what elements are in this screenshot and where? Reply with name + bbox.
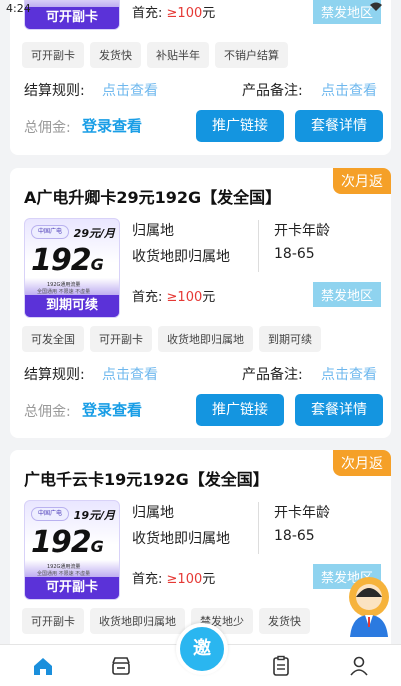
brand-logo: 中国广电	[31, 507, 69, 521]
thumb-subtitle2: 全国通用 不限速 不虚量	[37, 571, 91, 577]
thumb-data-amount: 192G	[31, 243, 104, 278]
commission-login-link[interactable]: 登录查看	[82, 399, 142, 420]
first-recharge: 首充: ≥100元	[132, 572, 216, 587]
age-value: 18-65	[274, 246, 315, 262]
tag: 可开副卡	[90, 326, 152, 352]
settlement-rule-label: 结算规则:	[24, 83, 85, 99]
brand-logo: 中国广电	[31, 225, 69, 239]
wifi-icon	[369, 2, 383, 15]
tag: 不销户结算	[215, 42, 288, 68]
tag: 可开副卡	[22, 608, 84, 634]
first-recharge: 首充: ≥100元	[132, 290, 216, 305]
home-icon[interactable]	[32, 655, 54, 677]
restricted-area-badge[interactable]: 禁发地区	[312, 282, 381, 307]
age-label: 开卡年龄	[274, 505, 330, 521]
belong-label: 归属地	[132, 223, 174, 239]
commission-label: 总佣金:	[24, 404, 71, 420]
clipboard-icon[interactable]	[270, 655, 292, 677]
promo-link-button[interactable]: 推广链接	[196, 394, 284, 426]
ribbon-badge: 次月返	[333, 450, 391, 476]
package-detail-button[interactable]: 套餐详情	[295, 110, 383, 142]
tag-list: 可开副卡 发货快 补贴半年 不销户结算	[22, 42, 288, 68]
thumb-subtitle: 192G通用流量	[47, 282, 81, 288]
status-bar: 4:24	[0, 0, 401, 18]
thumb-subtitle: 192G通用流量	[47, 564, 81, 570]
card-title: A广电升卿卡29元192G【发全国】	[24, 188, 282, 207]
tag: 发货快	[90, 42, 141, 68]
tag-list: 可发全国 可开副卡 收货地即归属地 到期可续	[22, 326, 321, 352]
thumb-price: 19元/月	[73, 509, 115, 522]
settlement-rule-label: 结算规则:	[24, 367, 85, 383]
tag: 收货地即归属地	[158, 326, 253, 352]
commission-label: 总佣金:	[24, 120, 71, 136]
product-note-link[interactable]: 点击查看	[321, 364, 377, 384]
divider	[258, 220, 259, 272]
promo-link-button[interactable]: 推广链接	[196, 110, 284, 142]
thumb-banner: 到期可续	[25, 295, 119, 317]
settlement-rule-link[interactable]: 点击查看	[102, 364, 158, 384]
commission-login-link[interactable]: 登录查看	[82, 115, 142, 136]
belong-value: 收货地即归属地	[132, 249, 230, 265]
product-note-label: 产品备注:	[242, 367, 303, 383]
belong-label: 归属地	[132, 505, 174, 521]
product-note-link[interactable]: 点击查看	[321, 80, 377, 100]
product-thumbnail: 中国广电 19元/月 192G 192G通用流量 全国通用 不限速 不虚量 可开…	[24, 500, 120, 600]
thumb-banner: 可开副卡	[25, 577, 119, 599]
card-title: 广电千云卡19元192G【发全国】	[24, 470, 269, 489]
thumb-price: 29元/月	[73, 227, 115, 240]
user-icon[interactable]	[348, 655, 370, 677]
store-icon[interactable]	[110, 655, 132, 677]
ribbon-badge: 次月返	[333, 168, 391, 194]
age-label: 开卡年龄	[274, 223, 330, 239]
tag: 补贴半年	[147, 42, 209, 68]
thumb-subtitle2: 全国通用 不限速 不虚量	[37, 289, 91, 295]
package-detail-button[interactable]: 套餐详情	[295, 394, 383, 426]
status-time: 4:24	[6, 2, 31, 15]
tag: 到期可续	[259, 326, 321, 352]
tag-list: 可开副卡 收货地即归属地 禁发地少 发货快	[22, 608, 310, 634]
divider	[258, 502, 259, 554]
bottom-tab-bar: 邀	[0, 623, 401, 686]
belong-value: 收货地即归属地	[132, 531, 230, 547]
tag: 收货地即归属地	[90, 608, 185, 634]
tag: 可开副卡	[22, 42, 84, 68]
tag: 可发全国	[22, 326, 84, 352]
thumb-data-amount: 192G	[31, 525, 104, 560]
customer-service-avatar-icon[interactable]	[344, 575, 394, 637]
age-value: 18-65	[274, 528, 315, 544]
product-card[interactable]: 可开副卡 首充: ≥100元 禁发地区 可开副卡 发货快 补贴半年 不销户结算 …	[10, 0, 391, 155]
product-card[interactable]: 次月返 A广电升卿卡29元192G【发全国】 中国广电 29元/月 192G 1…	[10, 168, 391, 438]
product-note-label: 产品备注:	[242, 83, 303, 99]
invite-button[interactable]: 邀	[176, 623, 228, 675]
tag: 发货快	[259, 608, 310, 634]
settlement-rule-link[interactable]: 点击查看	[102, 80, 158, 100]
product-thumbnail: 中国广电 29元/月 192G 192G通用流量 全国通用 不限速 不虚量 到期…	[24, 218, 120, 318]
